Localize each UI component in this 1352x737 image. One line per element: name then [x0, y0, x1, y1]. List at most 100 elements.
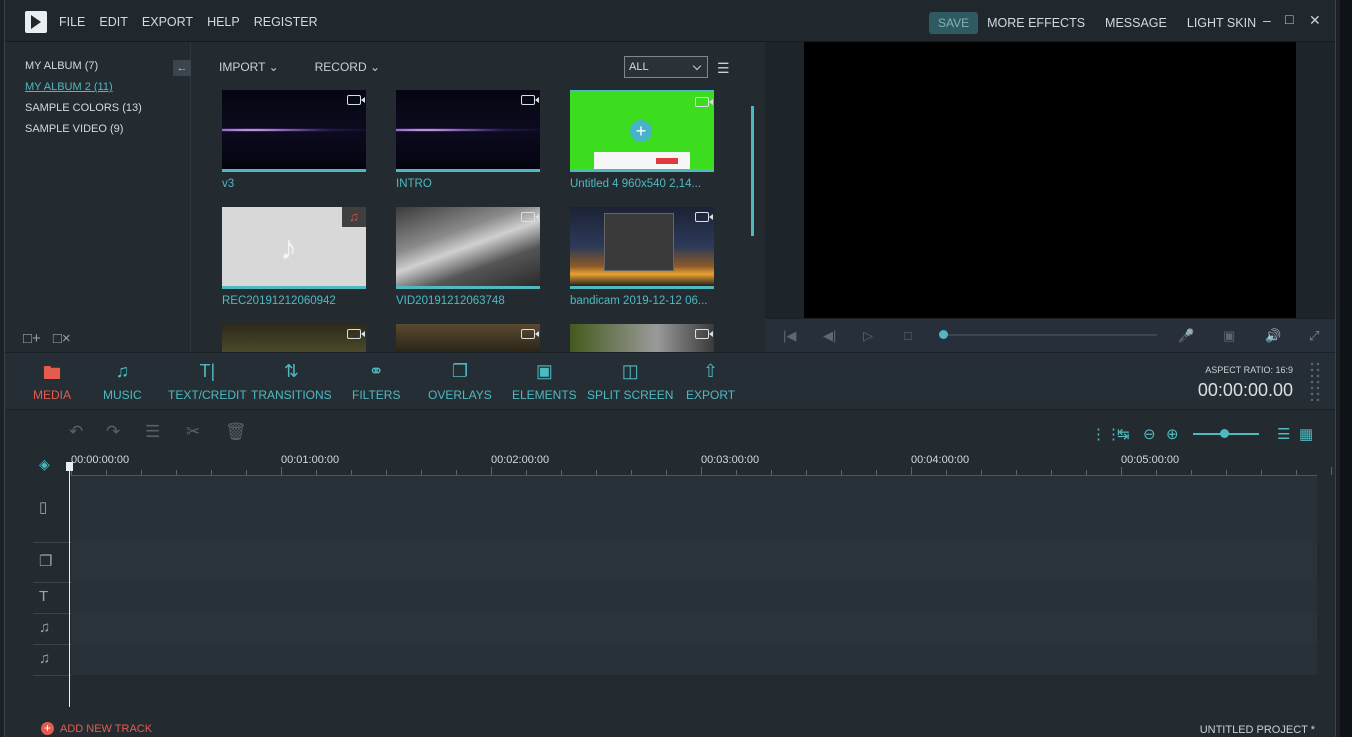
ruler-tick [526, 470, 527, 475]
media-thumbnail[interactable] [396, 207, 540, 289]
media-thumbnail[interactable] [570, 207, 714, 289]
track-divider [33, 542, 71, 543]
album-item[interactable]: SAMPLE VIDEO (9) [25, 123, 123, 135]
tab-text-credit[interactable]: T| TEXT/CREDIT [168, 361, 247, 402]
zoom-slider-handle[interactable] [1220, 429, 1229, 438]
timeline-ruler[interactable]: 00:00:00:00 00:01:00:00 00:02:00:00 00:0… [71, 452, 1332, 476]
fit-timeline-icon[interactable]: ↹ [1117, 425, 1130, 443]
list-icon[interactable]: ☰ [1277, 425, 1290, 443]
tab-elements[interactable]: ▣ ELEMENTS [512, 361, 577, 402]
menu-file[interactable]: FILE [59, 15, 85, 29]
resize-grip-icon[interactable] [1309, 361, 1321, 401]
more-effects-button[interactable]: MORE EFFECTS [987, 16, 1085, 30]
add-new-track-button[interactable]: + ADD NEW TRACK [41, 722, 152, 735]
menu-edit[interactable]: EDIT [99, 15, 127, 29]
tab-overlays[interactable]: ❐ OVERLAYS [428, 361, 492, 402]
remove-folder-icon[interactable]: □× [53, 330, 71, 347]
overlays-icon: ❐ [451, 361, 468, 381]
tab-music[interactable]: ♫ MUSIC [103, 361, 142, 402]
import-dropdown[interactable]: IMPORT ⌄ [219, 60, 279, 74]
skip-back-icon[interactable]: |◀ [783, 328, 796, 344]
folder-icon: 🖿 [43, 363, 61, 383]
album-item[interactable]: MY ALBUM (7) [25, 60, 98, 72]
media-thumbnail[interactable]: ♪ ♫ [222, 207, 366, 289]
tab-media[interactable]: 🖿 MEDIA [33, 361, 71, 402]
tab-label: OVERLAYS [428, 388, 492, 402]
playback-progress-track[interactable] [941, 334, 1157, 336]
video-camera-icon [695, 212, 713, 222]
maximize-button[interactable]: □ [1285, 11, 1293, 27]
save-button[interactable]: SAVE [929, 12, 979, 34]
text-icon: T| [199, 361, 216, 381]
library-scrollbar[interactable] [751, 106, 754, 236]
delete-icon[interactable]: 🗑 [225, 422, 247, 442]
playhead-handle[interactable] [66, 462, 73, 471]
cut-icon[interactable]: ✂ [186, 422, 200, 442]
tab-label: MEDIA [33, 388, 72, 402]
redo-icon[interactable]: ↷ [106, 422, 120, 442]
media-thumbnail[interactable] [396, 324, 540, 352]
menu-export[interactable]: EXPORT [142, 15, 193, 29]
title-actions: SAVE MORE EFFECTS MESSAGE LIGHT SKIN [929, 12, 1276, 34]
media-thumbnail[interactable] [222, 90, 366, 172]
media-filter-select[interactable]: ALL [624, 56, 708, 78]
microphone-icon[interactable]: 🎤 [1178, 328, 1194, 344]
tab-export[interactable]: ⇧ EXPORT [686, 361, 735, 402]
ruler-tick [351, 470, 352, 475]
previous-frame-icon[interactable]: ◀| [823, 328, 836, 344]
playback-progress-handle[interactable] [939, 330, 948, 339]
zoom-out-icon[interactable]: ⊖ [1143, 425, 1156, 443]
ruler-tick [1156, 470, 1157, 475]
timeline-playhead[interactable] [69, 462, 70, 707]
add-folder-icon[interactable]: □+ [23, 330, 41, 347]
stop-icon[interactable]: □ [904, 328, 912, 343]
volume-icon[interactable]: 🔊 [1265, 328, 1281, 344]
minimize-button[interactable]: – [1263, 12, 1271, 28]
list-view-icon[interactable]: ☰ [717, 60, 730, 77]
video-track-icon: ▯ [39, 499, 48, 516]
undo-icon[interactable]: ↶ [69, 422, 83, 442]
fullscreen-icon[interactable]: ⤢ [1309, 328, 1319, 344]
text-track[interactable] [71, 582, 1317, 613]
menu-help[interactable]: HELP [207, 15, 240, 29]
adjust-icon[interactable]: ☰ [145, 422, 160, 442]
message-button[interactable]: MESSAGE [1105, 16, 1167, 30]
tab-filters[interactable]: ⚭ FILTERS [352, 361, 400, 402]
play-icon[interactable]: ▷ [863, 328, 873, 344]
music-track[interactable] [71, 613, 1317, 644]
ruler-tick [1121, 467, 1122, 475]
collapse-arrow-icon[interactable]: ← [173, 60, 191, 76]
import-label: IMPORT [219, 60, 266, 74]
ruler-tick [1296, 470, 1297, 475]
ruler-label: 00:01:00:00 [281, 454, 340, 466]
close-button[interactable]: ✕ [1309, 12, 1321, 29]
media-thumbnail[interactable] [396, 90, 540, 172]
tab-label: TEXT/CREDIT [168, 388, 247, 402]
music-note-icon: ♫ [115, 361, 130, 381]
music-track[interactable] [71, 644, 1317, 675]
media-library: MY ALBUM (7) MY ALBUM 2 (11) SAMPLE COLO… [5, 42, 765, 352]
video-camera-icon [521, 212, 539, 222]
pip-track[interactable] [71, 542, 1317, 582]
grid-icon[interactable]: ▦ [1299, 425, 1313, 443]
ruler-tick [456, 470, 457, 475]
media-thumbnail[interactable] [570, 324, 714, 352]
menu-register[interactable]: REGISTER [254, 15, 318, 29]
album-item[interactable]: SAMPLE COLORS (13) [25, 102, 142, 114]
media-thumbnail-selected[interactable]: + [570, 90, 714, 172]
elements-icon: ▣ [535, 361, 553, 381]
track-divider [33, 582, 71, 583]
light-skin-button[interactable]: LIGHT SKIN [1187, 16, 1256, 30]
zoom-in-icon[interactable]: ⊕ [1166, 425, 1179, 443]
album-item-active[interactable]: MY ALBUM 2 (11) [25, 81, 113, 93]
add-track-label: ADD NEW TRACK [60, 722, 153, 735]
media-thumbnail[interactable] [222, 324, 366, 352]
video-camera-icon [347, 95, 365, 105]
record-dropdown[interactable]: RECORD ⌄ [315, 60, 380, 74]
video-track[interactable] [71, 476, 1317, 542]
add-to-timeline-icon[interactable]: + [630, 120, 652, 142]
snapshot-icon[interactable]: ▣ [1223, 328, 1235, 344]
tab-transitions[interactable]: ⇅ TRANSITIONS [251, 361, 332, 402]
tab-split-screen[interactable]: ◫ SPLIT SCREEN [587, 361, 673, 402]
snap-magnet-icon[interactable]: ◈ [39, 456, 50, 473]
